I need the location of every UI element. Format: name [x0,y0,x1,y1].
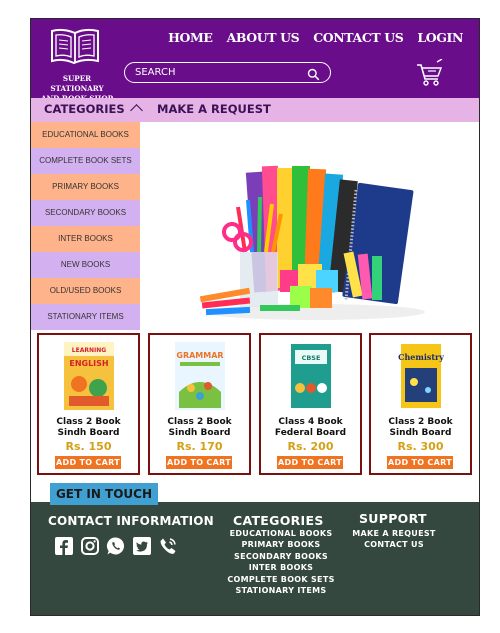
dropdown-item-educational-books[interactable]: EDUCATIONAL BOOKS [31,122,140,148]
main-nav: HOME ABOUT US CONTACT US LOGIN [168,30,463,45]
add-to-cart-button[interactable]: ADD TO CART [55,456,121,469]
footer-link-educational-books[interactable]: EDUCATIONAL BOOKS [221,528,341,539]
footer-link-secondary-books[interactable]: SECONDARY BOOKS [221,551,341,562]
svg-text:CBSE: CBSE [302,354,321,362]
nav-login[interactable]: LOGIN [417,30,463,45]
categories-dropdown: EDUCATIONAL BOOKS COMPLETE BOOK SETS PRI… [31,122,140,330]
product-title-line-1: Class 4 Book [278,417,343,427]
product-list: LEARNING ENGLISH Class 2 Book Sindh Boar… [37,333,477,475]
product-title-line-1: Class 2 Book [167,417,232,427]
book-cover-image: LEARNING ENGLISH [64,342,114,410]
phone-icon[interactable] [158,536,178,556]
footer-support-heading: SUPPORT [359,511,427,526]
product-title-line-2: Sindh Board [57,428,120,438]
add-to-cart-button[interactable]: ADD TO CART [387,456,453,469]
product-title-line-1: Class 2 Book [388,417,453,427]
dropdown-item-inter-books[interactable]: INTER BOOKS [31,226,140,252]
product-title-line-2: Sindh Board [389,428,452,438]
nav-contact-us[interactable]: CONTACT US [313,30,404,45]
product-price: Rs. 300 [397,440,444,453]
svg-text:LEARNING: LEARNING [72,347,106,354]
footer-categories-heading: CATEGORIES [233,513,324,528]
header: SUPER STATIONARY AND BOOK SHOP HOME ABOU… [31,19,479,103]
dropdown-item-new-books[interactable]: NEW BOOKS [31,252,140,278]
search-input[interactable] [135,65,295,80]
product-title-line-2: Federal Board [274,428,347,438]
product-title: Class 2 Book Sindh Board [371,417,470,439]
product-price: Rs. 170 [176,440,223,453]
instagram-icon[interactable] [80,536,100,556]
whatsapp-icon[interactable] [106,536,126,556]
search-icon[interactable] [307,66,320,85]
footer-link-stationary-items[interactable]: STATIONARY ITEMS [221,585,341,596]
search-bar [124,62,331,83]
product-title: Class 2 Book Sindh Board [150,417,249,439]
dropdown-item-primary-books[interactable]: PRIMARY BOOKS [31,174,140,200]
dropdown-item-secondary-books[interactable]: SECONDARY BOOKS [31,200,140,226]
dropdown-item-complete-book-sets[interactable]: COMPLETE BOOK SETS [31,148,140,174]
brand-line-1: SUPER STATIONARY [50,74,104,93]
hero-banner [140,122,479,327]
svg-text:Chemistry: Chemistry [398,352,444,362]
footer-link-primary-books[interactable]: PRIMARY BOOKS [221,539,341,550]
product-card[interactable]: GRAMMAR Class 2 Book Sindh Board Rs. 170… [148,333,251,475]
product-title-line-1: Class 2 Book [56,417,121,427]
categories-toggle[interactable]: CATEGORIES [44,102,143,117]
product-card[interactable]: LEARNING ENGLISH Class 2 Book Sindh Boar… [37,333,140,475]
book-cover-image: Chemistry [396,342,446,410]
product-price: Rs. 200 [287,440,334,453]
footer-link-inter-books[interactable]: INTER BOOKS [221,562,341,573]
contact-information-heading: CONTACT INFORMATION [48,514,214,528]
nav-home[interactable]: HOME [168,30,213,45]
make-request-link[interactable]: MAKE A REQUEST [157,102,271,116]
footer: CONTACT INFORMATION CATEGORIES EDUCATION… [31,502,479,615]
logo[interactable]: SUPER STATIONARY AND BOOK SHOP [37,25,113,103]
open-book-icon [51,28,99,65]
product-price: Rs. 150 [65,440,112,453]
categories-label: CATEGORIES [44,102,125,116]
social-links [54,536,178,556]
nav-about-us[interactable]: ABOUT US [227,30,300,45]
page: SUPER STATIONARY AND BOOK SHOP HOME ABOU… [30,18,480,616]
footer-link-complete-book-sets[interactable]: COMPLETE BOOK SETS [221,574,341,585]
footer-categories-list: EDUCATIONAL BOOKS PRIMARY BOOKS SECONDAR… [221,528,341,596]
product-card[interactable]: Chemistry Class 2 Book Sindh Board Rs. 3… [369,333,472,475]
add-to-cart-button[interactable]: ADD TO CART [277,456,343,469]
product-card[interactable]: CBSE Class 4 Book Federal Board Rs. 200 … [259,333,362,475]
svg-text:ENGLISH: ENGLISH [69,359,108,368]
add-to-cart-button[interactable]: ADD TO CART [166,456,232,469]
dropdown-item-stationary-items[interactable]: STATIONARY ITEMS [31,304,140,330]
footer-support-list: MAKE A REQUEST CONTACT US [349,528,439,551]
book-cover-image: GRAMMAR [175,342,225,410]
footer-link-make-a-request[interactable]: MAKE A REQUEST [349,528,439,539]
product-title-line-2: Sindh Board [168,428,231,438]
twitter-icon[interactable] [132,536,152,556]
stationery-image [199,165,425,320]
footer-link-contact-us[interactable]: CONTACT US [349,539,439,550]
product-title: Class 4 Book Federal Board [261,417,360,439]
shopping-cart-icon[interactable] [415,58,443,91]
chevron-up-icon [129,104,143,117]
facebook-icon[interactable] [54,536,74,556]
product-title: Class 2 Book Sindh Board [39,417,138,439]
book-cover-image: CBSE [286,342,336,410]
sub-nav: CATEGORIES MAKE A REQUEST [31,98,479,122]
dropdown-item-old-used-books[interactable]: OLD/USED BOOKS [31,278,140,304]
svg-text:GRAMMAR: GRAMMAR [176,351,223,360]
get-in-touch-heading: GET IN TOUCH [50,483,158,505]
